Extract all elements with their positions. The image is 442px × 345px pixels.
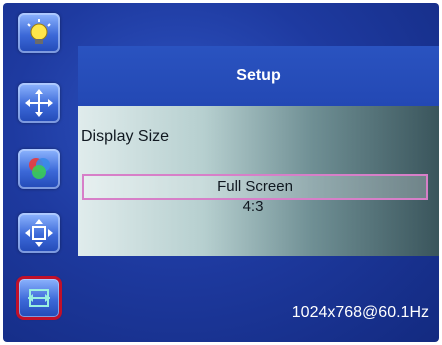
- image-size-icon[interactable]: [18, 213, 60, 253]
- sidebar: [3, 3, 78, 342]
- brightness-icon[interactable]: [18, 13, 60, 53]
- color-icon[interactable]: [18, 149, 60, 189]
- display-size-label: Display Size: [81, 128, 170, 145]
- option-full-screen[interactable]: Full Screen: [82, 174, 428, 200]
- setup-icon[interactable]: [16, 276, 62, 320]
- option-4-3[interactable]: 4:3: [82, 198, 424, 216]
- osd-menu: Setup Display Size Full Screen 4:3 1024x…: [3, 3, 439, 342]
- resolution-status: 1024x768@60.1Hz: [291, 304, 429, 321]
- menu-title: Setup: [78, 46, 439, 106]
- position-icon[interactable]: [18, 83, 60, 123]
- setting-panel: Display Size Full Screen 4:3: [78, 106, 439, 256]
